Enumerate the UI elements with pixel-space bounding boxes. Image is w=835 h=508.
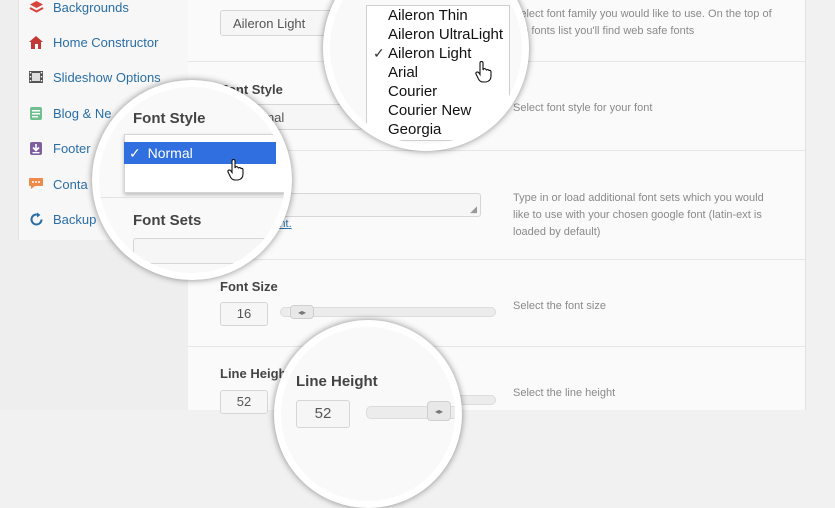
document-icon (28, 105, 44, 121)
sidebar-item-contact[interactable]: Conta (28, 173, 88, 195)
font-option[interactable]: Aileron UltraLight (388, 26, 503, 43)
resize-handle-icon: ◢ (470, 204, 477, 214)
font-size-input[interactable]: 16 (220, 302, 268, 326)
line-height-label: Line Heigh (220, 366, 287, 381)
zoom-line-height-slider-handle[interactable]: ◂▸ (427, 401, 451, 421)
line-height-description: Select the line height (513, 387, 616, 399)
row-divider (99, 197, 285, 198)
font-family-description: Select font family you would like to use… (513, 8, 772, 37)
film-icon (28, 69, 44, 85)
font-style-option-selected[interactable]: ✓ Normal (124, 142, 276, 164)
font-family-select[interactable]: Aileron Light (220, 10, 340, 36)
zoom-font-style-label: Font Style (133, 110, 206, 127)
sidebar-item-label: Footer (53, 140, 91, 156)
row-divider (188, 346, 805, 347)
font-option[interactable]: Arial (388, 64, 418, 81)
font-size-label: Font Size (220, 279, 278, 294)
font-style-description: Select font style for your font (513, 102, 653, 114)
right-gutter (806, 0, 835, 410)
font-size-slider-handle[interactable]: ◂▸ (290, 305, 314, 319)
sidebar-item-blog[interactable]: Blog & Ne (28, 102, 112, 124)
font-size-description: Select the font size (513, 300, 606, 312)
download-icon (28, 140, 44, 156)
font-option[interactable]: Courier New (388, 102, 471, 119)
font-option[interactable]: Georgia (388, 121, 441, 138)
line-height-magnifier: Line Height 52 ◂▸ (274, 320, 462, 508)
sidebar-item-label: Blog & Ne (53, 105, 112, 121)
sidebar-item-slideshow[interactable]: Slideshow Options (28, 66, 161, 88)
sidebar-item-label: Backup (53, 211, 97, 227)
font-option[interactable]: Aileron Thin (388, 7, 468, 24)
hand-pointer-icon (475, 60, 493, 88)
zoom-line-height-input[interactable]: 52 (296, 400, 350, 428)
checkmark-icon: ✓ (129, 145, 141, 161)
hand-pointer-icon (227, 158, 245, 186)
zoom-font-sets-label: Font Sets (133, 212, 202, 229)
layers-icon (28, 0, 44, 15)
sidebar-item-backgrounds[interactable]: Backgrounds (28, 0, 129, 18)
refresh-icon (28, 211, 44, 227)
font-sets-description: Type in or load additional font sets whi… (513, 192, 764, 238)
font-option[interactable]: Courier (388, 83, 437, 100)
sidebar-item-label: Backgrounds (53, 0, 129, 15)
sidebar-item-home-constructor[interactable]: Home Constructor (28, 31, 158, 53)
sidebar-item-label: Home Constructor (53, 34, 159, 50)
zoom-font-sets-textarea[interactable] (133, 238, 285, 264)
speech-bubble-icon (28, 176, 44, 192)
font-style-magnifier: Font Style ✓ Normal Font Sets (92, 80, 292, 280)
zoom-line-height-label: Line Height (296, 373, 378, 390)
sidebar-item-label: Conta (53, 176, 88, 192)
font-option-selected[interactable]: Aileron Light (388, 45, 471, 62)
sidebar-item-footer[interactable]: Footer (28, 137, 91, 159)
sidebar-item-label: Slideshow Options (53, 69, 161, 85)
line-height-input[interactable]: 52 (220, 390, 268, 414)
checkmark-icon: ✓ (373, 45, 385, 61)
sidebar-item-backup[interactable]: Backup (28, 208, 96, 230)
house-icon (28, 34, 44, 50)
